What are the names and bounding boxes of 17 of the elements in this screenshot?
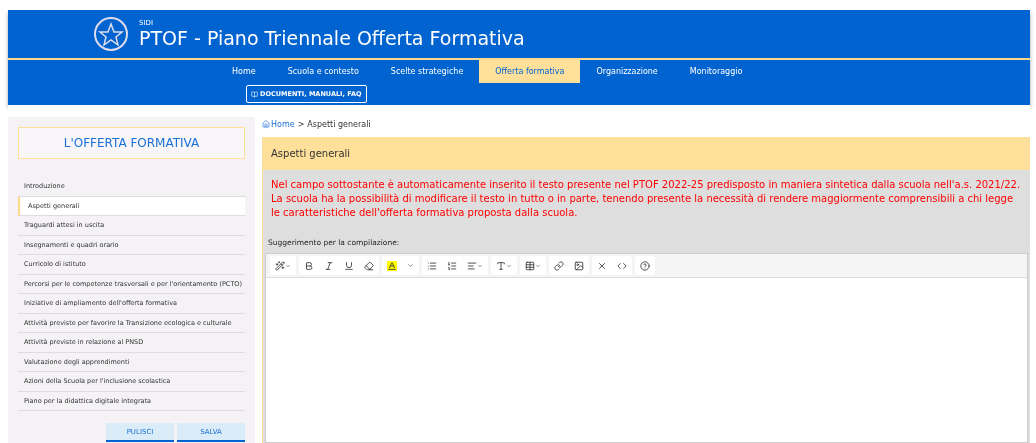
notice-text: La scuola ha la possibilità di modificare il testo in tutto o in parte, tenendo presente la necessità di rendere maggiormente comprensibili a chi legge le caratteristiche dell'offerta formativa proposta dalla scuola. xyxy=(271,192,1015,220)
nav-tab[interactable]: Monitoraggio xyxy=(673,60,759,83)
panel-title: Aspetti generali xyxy=(263,137,1030,170)
nav-tab[interactable]: Organizzazione xyxy=(580,60,674,83)
notice-text: Nel campo sottostante è automaticamente inserito il testo presente nel PTOF 2022-25 predisposto in maniera sintetica dalla scuola nell'a.s. 2021/22. xyxy=(271,178,1022,192)
breadcrumb-current: Aspetti generali xyxy=(307,119,371,129)
emblem-icon xyxy=(93,15,129,53)
nav-tab[interactable]: Scelte strategiche xyxy=(374,60,480,83)
home-link[interactable]: Home xyxy=(262,119,295,129)
breadcrumb-separator: > xyxy=(297,119,305,129)
nav-tab[interactable]: Home xyxy=(216,60,272,83)
app-title: PTOF - Piano Triennale Offerta Formativa xyxy=(139,27,525,49)
home-icon xyxy=(262,120,270,128)
sidebar-title: L'OFFERTA FORMATIVA xyxy=(18,127,245,159)
nav-tab[interactable]: Offerta formativa xyxy=(479,60,581,83)
book-icon xyxy=(251,90,258,98)
nav-tab[interactable]: Scuola e contesto xyxy=(271,60,375,83)
